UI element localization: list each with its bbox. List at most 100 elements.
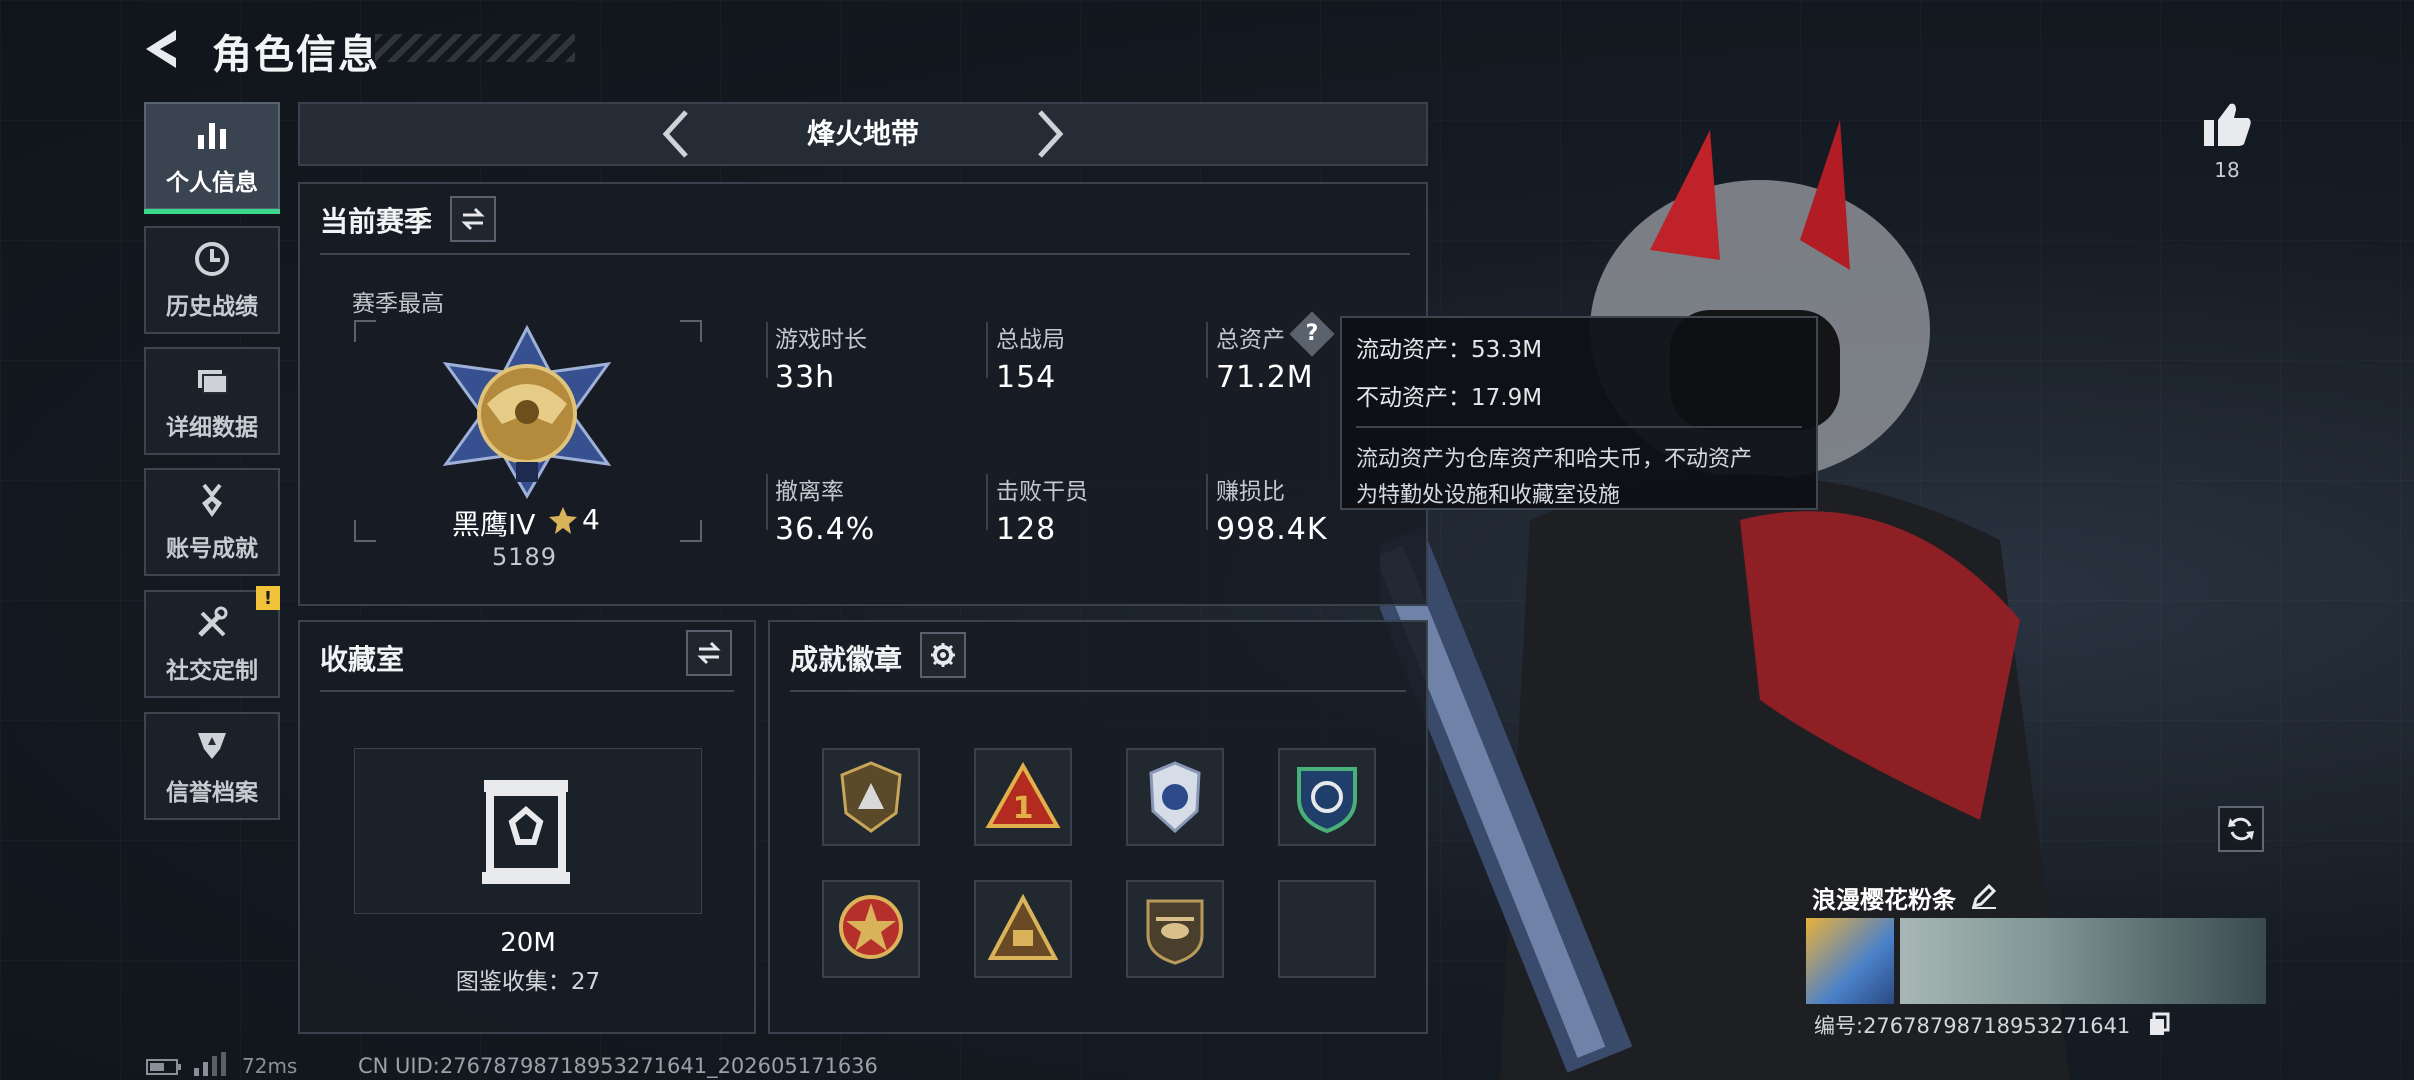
tools-icon [198,606,228,637]
rank-name: 黑鹰IV [452,508,536,541]
swap-icon [461,207,485,231]
copy-icon[interactable] [2148,1012,2170,1036]
stat-label-extract-rate: 撤离率 [775,479,844,505]
achievement-badge[interactable] [822,748,920,846]
nav-label: 社交定制 [166,658,258,684]
stat-label-total-assets: 总资产 [1216,327,1285,353]
rank-emblem-icon [442,324,612,500]
frame-corner [354,520,376,542]
stat-label-playtime: 游戏时长 [775,327,867,353]
folder-icon [198,370,228,394]
achievement-badge[interactable] [1278,748,1376,846]
season-title: 当前赛季 [320,205,433,238]
nav-item-achievements[interactable]: 账号成就 [144,468,280,576]
achievement-badge-empty[interactable] [1278,880,1376,978]
badge-helicopter-icon [1146,899,1204,965]
assets-tooltip: 流动资产：53.3M 不动资产：17.9M 流动资产为仓库资产和哈夫币，不动资产… [1340,316,1818,510]
stat-label-total-matches: 总战局 [996,327,1065,353]
nav-item-credit-record[interactable]: 信誉档案 [144,712,280,820]
season-switch-button[interactable] [450,196,496,242]
collection-title: 收藏室 [320,643,405,676]
ping-text: 72ms [242,1054,298,1078]
chevron-right-icon[interactable] [1030,106,1070,162]
alert-badge: ! [256,586,280,610]
tooltip-fixed-assets: 不动资产：17.9M [1356,385,1543,411]
collection-value: 20M [500,928,556,958]
player-avatar[interactable] [1806,918,1894,1004]
collection-switch-button[interactable] [686,630,732,676]
like-count: 18 [2214,158,2240,182]
achievement-badge[interactable] [822,880,920,978]
nav-item-detailed-data[interactable]: 详细数据 [144,347,280,455]
stat-label-kills: 击败干员 [996,479,1088,505]
rank-stars: 4 [582,503,600,536]
badge-police-icon [1149,761,1201,834]
badge-shield-icon [1297,767,1357,834]
achievement-badge[interactable] [1126,880,1224,978]
gear-icon [931,643,955,667]
badge-star-icon [839,895,903,959]
frame-corner [680,520,702,542]
player-name: 浪漫樱花粉条 [1812,886,1956,914]
battery-icon [146,1059,181,1075]
stat-value-playtime: 33h [775,360,836,395]
frame-corner [354,320,376,342]
clock-icon [195,242,229,276]
season-best-label: 赛季最高 [352,291,444,317]
edit-pencil-icon[interactable] [1970,882,1998,910]
shield-icon [198,733,226,759]
uid-text: CN UID:276787987189532716​41_20260517163… [358,1054,878,1078]
rank-points: 5189 [492,543,558,571]
divider [320,690,734,692]
rotate-view-button[interactable] [2218,806,2264,852]
stat-separator [766,474,768,530]
nav-label: 详细数据 [166,415,258,441]
refresh-icon [2228,817,2254,841]
divider [790,690,1406,692]
nav-label: 个人信息 [166,170,258,196]
badge-shield-icon [840,761,902,833]
bar-chart-icon [198,123,226,149]
tooltip-description-line2: 为特勤处设施和收藏室设施 [1356,483,1621,508]
stat-value-total-matches: 154 [996,360,1057,395]
back-arrow-icon[interactable] [138,26,188,72]
achievements-title: 成就徽章 [790,643,903,676]
nav-item-history[interactable]: 历史战绩 [144,226,280,334]
nav-label: 账号成就 [166,536,258,562]
nav-label: 信誉档案 [166,780,258,806]
achievements-settings-button[interactable] [920,632,966,678]
thumbs-up-icon[interactable] [2200,100,2254,150]
divider [320,253,1410,255]
stat-separator [1206,474,1208,530]
stat-value-total-assets: 71.2M [1216,360,1314,395]
player-id: 编号:276787987189532716​41 [1814,1014,2131,1038]
help-icon[interactable]: ? [1296,318,1328,350]
frame-corner [680,320,702,342]
title-decoration [375,34,575,62]
stat-value-kills: 128 [996,512,1057,547]
achievement-badge[interactable] [974,880,1072,978]
stat-separator [1206,322,1208,378]
badge-pyramid-icon [987,894,1059,960]
stat-value-extract-rate: 36.4% [775,512,876,547]
chevron-left-icon[interactable] [656,106,696,162]
achievement-badge[interactable]: 1 [974,748,1072,846]
stat-separator [766,322,768,378]
collection-count: 图鉴收集：27 [455,969,601,995]
achievement-badge[interactable] [1126,748,1224,846]
nav-label: 历史战绩 [166,294,258,320]
stat-separator [986,474,988,530]
display-case-icon [482,780,570,884]
nav-item-personal-info[interactable]: 个人信息 [144,102,280,214]
badge-triangle-icon: 1 [985,762,1061,828]
svg-text:1: 1 [1013,791,1034,826]
player-banner-image[interactable] [1900,918,2266,1004]
mode-title: 烽火地带 [806,117,919,150]
swap-icon [697,641,721,665]
star-icon [549,507,577,534]
medal-icon [202,483,222,517]
signal-icon [194,1052,226,1076]
stat-value-profit-ratio: 998.4K [1216,512,1328,547]
tooltip-description-line1: 流动资产为仓库资产和哈夫币，不动资产 [1356,447,1753,472]
stat-label-profit-ratio: 赚损比 [1216,479,1285,505]
